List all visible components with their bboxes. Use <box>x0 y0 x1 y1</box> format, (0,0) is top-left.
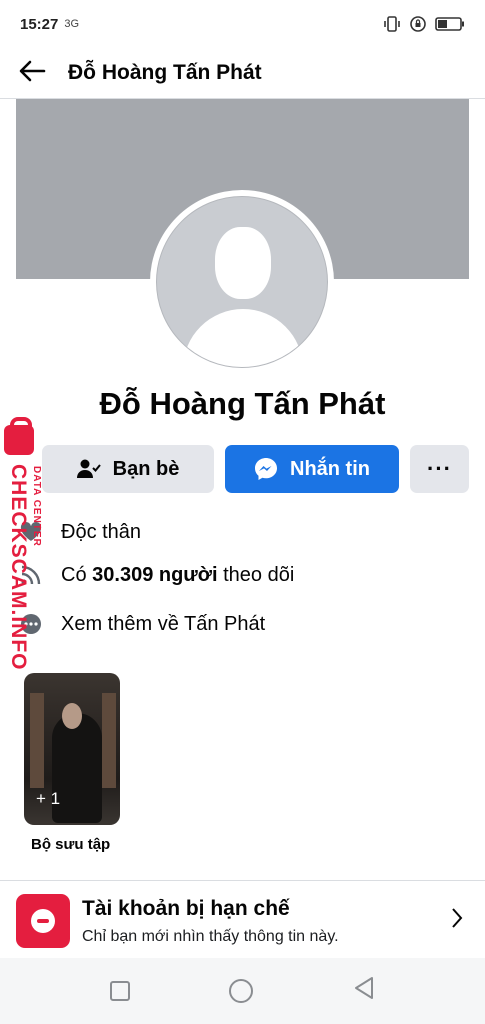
recents-icon[interactable] <box>109 981 130 1001</box>
collection-label: Bộ sưu tập <box>31 836 111 853</box>
collection-count: + 1 <box>36 789 61 808</box>
followers-text: Có 30.309 người theo dõi <box>61 563 295 586</box>
battery-icon <box>435 17 464 31</box>
watermark: CHECKSCAM.INFO DATA CENTER <box>2 417 54 671</box>
watermark-sub-text: DATA CENTER <box>31 466 42 547</box>
friend-check-icon <box>76 458 101 480</box>
collection-thumbnail[interactable]: + 1 <box>24 673 120 825</box>
see-more-about: Xem thêm về Tấn Phát <box>61 612 266 635</box>
status-icons <box>383 15 465 33</box>
lock-icon <box>4 417 34 455</box>
status-time: 15:27 <box>20 15 59 33</box>
home-icon[interactable] <box>229 979 254 1003</box>
top-app-bar: Đỗ Hoàng Tấn Phát <box>0 48 485 98</box>
system-nav-bar <box>0 958 485 1024</box>
header-title: Đỗ Hoàng Tấn Phát <box>68 61 262 84</box>
default-avatar-icon <box>156 196 328 368</box>
message-button-label: Nhắn tin <box>290 457 370 480</box>
back-arrow-icon[interactable] <box>18 59 54 88</box>
restricted-account-banner[interactable]: Tài khoản bị hạn chế Chỉ bạn mới nhìn th… <box>0 881 485 958</box>
friends-button[interactable]: Bạn bè <box>42 445 214 493</box>
watermark-main-text: CHECKSCAM.INFO <box>7 464 30 671</box>
followers-row[interactable]: Có 30.309 người theo dõi <box>0 555 485 595</box>
message-button[interactable]: Nhắn tin <box>225 445 399 493</box>
restricted-icon <box>16 894 70 948</box>
profile-actions: Bạn bè Nhắn tin ··· <box>0 445 485 493</box>
vibrate-icon <box>384 16 400 32</box>
more-options-button[interactable]: ··· <box>410 445 469 493</box>
friends-button-label: Bạn bè <box>112 457 180 480</box>
followers-count: 30.309 người <box>92 563 218 586</box>
relationship-status: Độc thân <box>61 520 142 543</box>
restricted-title: Tài khoản bị hạn chế <box>82 897 290 920</box>
status-bar: 15:27 3G <box>0 0 485 48</box>
back-triangle-icon[interactable] <box>353 976 375 1007</box>
avatar[interactable] <box>150 190 334 374</box>
see-more-row[interactable]: Xem thêm về Tấn Phát <box>0 604 485 644</box>
signal-icon: 3G <box>64 18 80 30</box>
lock-rotation-icon <box>410 16 426 32</box>
chevron-right-icon <box>451 907 463 936</box>
profile-name: Đỗ Hoàng Tấn Phát <box>99 386 386 421</box>
relationship-row: Độc thân <box>0 512 485 552</box>
restricted-subtitle: Chỉ bạn mới nhìn thấy thông tin này. <box>82 928 339 945</box>
messenger-icon <box>254 457 278 481</box>
